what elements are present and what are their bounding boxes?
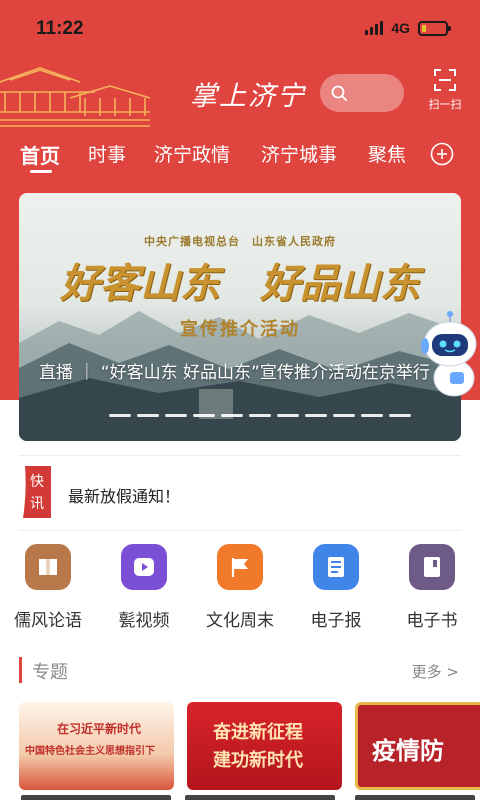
channel-tabs: 首页 时事 济宁政情 济宁城事 聚焦 — [0, 136, 420, 180]
shortcut-confucian-analects[interactable]: 儒风论语 — [3, 540, 93, 631]
carousel-dot[interactable] — [221, 414, 243, 417]
carousel-dot[interactable] — [333, 414, 355, 417]
shortcut-label: 儒风论语 — [14, 611, 82, 631]
news-flash-text[interactable]: 最新放假通知！ — [68, 483, 180, 507]
ebook-icon — [409, 544, 455, 590]
tab-jining-city[interactable]: 济宁城事 — [261, 140, 337, 167]
hero-banner[interactable]: 中央广播电视总台 山东省人民政府 好客山东 好品山东 宣传推介活动 直播 ｜ “… — [19, 193, 461, 441]
tab-jining-politics[interactable]: 济宁政情 — [154, 140, 230, 167]
search-icon — [331, 85, 347, 101]
shortcut-label: 电子报 — [310, 611, 362, 631]
topic-card-line1: 在习近平新时代 — [57, 722, 142, 736]
flag-icon — [217, 544, 263, 590]
shortcut-culture-weekend[interactable]: 文化周末 — [195, 540, 285, 631]
carousel-dot[interactable] — [193, 414, 215, 417]
flash-news-badge-icon: 快 讯 — [23, 466, 51, 518]
banner-organizers: 中央广播电视总台 山东省人民政府 — [144, 235, 336, 248]
badge-bottom-text: 讯 — [30, 496, 44, 512]
topic-card-line2: 建功新时代 — [213, 750, 303, 771]
robot-assistant-icon[interactable] — [420, 310, 480, 400]
topic-card-line1: 疫情防 — [372, 737, 444, 765]
palace-illustration — [0, 67, 150, 127]
tab-current-affairs[interactable]: 时事 — [88, 140, 126, 167]
search-box[interactable] — [320, 74, 404, 112]
active-tab-indicator — [30, 170, 52, 173]
topic-card[interactable]: 奋进新征程 建功新时代 — [187, 702, 342, 790]
add-channel-icon[interactable] — [430, 142, 454, 166]
topic-card-line1: 奋进新征程 — [213, 722, 303, 743]
more-topics-link[interactable]: 更多 > — [412, 661, 459, 682]
shortcut-label: 电子书 — [406, 611, 458, 631]
shortcut-video[interactable]: 甏视频 — [99, 540, 189, 631]
banner-caption[interactable]: 直播 ｜ “好客山东 好品山东”宣传推介活动在京举行 — [39, 361, 439, 385]
book-icon — [25, 544, 71, 590]
banner-slogan: 好客山东 好品山东 — [60, 260, 420, 307]
network-type: 4G — [391, 20, 410, 36]
play-icon — [121, 544, 167, 590]
topic-card[interactable]: 疫情防 — [355, 702, 480, 790]
banner-subtitle: 宣传推介活动 — [180, 319, 300, 340]
tab-focus[interactable]: 聚焦 — [368, 140, 406, 167]
section-accent-bar — [19, 657, 22, 683]
carousel-dot[interactable] — [277, 414, 299, 417]
topic-caption-strip — [19, 793, 480, 800]
carousel-dot[interactable] — [361, 414, 383, 417]
newspaper-icon — [313, 544, 359, 590]
shortcut-e-book[interactable]: 电子书 — [387, 540, 477, 631]
carousel-dot[interactable] — [389, 414, 411, 417]
signal-icon — [365, 21, 384, 35]
carousel-indicators — [109, 414, 411, 417]
shortcut-e-newspaper[interactable]: 电子报 — [291, 540, 381, 631]
news-flash-bar[interactable]: 快 讯 最新放假通知！ — [19, 455, 461, 531]
scan-icon — [434, 69, 456, 91]
battery-icon — [418, 20, 451, 36]
topic-card-line2: 中国特色社会主义思想指引下 — [25, 746, 155, 757]
carousel-dot[interactable] — [249, 414, 271, 417]
section-title: 专题 — [32, 662, 68, 683]
topic-carousel: 在习近平新时代 中国特色社会主义思想指引下 奋进新征程 建功新时代 疫情防 — [19, 702, 480, 800]
topic-card[interactable]: 在习近平新时代 中国特色社会主义思想指引下 — [19, 702, 174, 790]
carousel-dot[interactable] — [137, 414, 159, 417]
scan-label: 扫一扫 — [428, 98, 462, 111]
shortcut-grid: 儒风论语 甏视频 文化周末 电子报 电子书 — [0, 540, 480, 635]
battery-level — [422, 24, 426, 32]
scan-button[interactable]: 扫一扫 — [422, 68, 468, 118]
status-indicators: 4G — [365, 20, 451, 36]
shortcut-label: 文化周末 — [206, 611, 274, 631]
carousel-dot[interactable] — [109, 414, 131, 417]
carousel-dot[interactable] — [305, 414, 327, 417]
tab-home[interactable]: 首页 — [20, 140, 60, 169]
badge-top-text: 快 — [30, 474, 44, 490]
app-title: 掌上济宁 — [190, 81, 306, 112]
status-time: 11:22 — [36, 18, 84, 39]
carousel-dot[interactable] — [165, 414, 187, 417]
shortcut-label: 甏视频 — [118, 611, 170, 631]
status-bar: 11:22 4G — [0, 0, 480, 58]
